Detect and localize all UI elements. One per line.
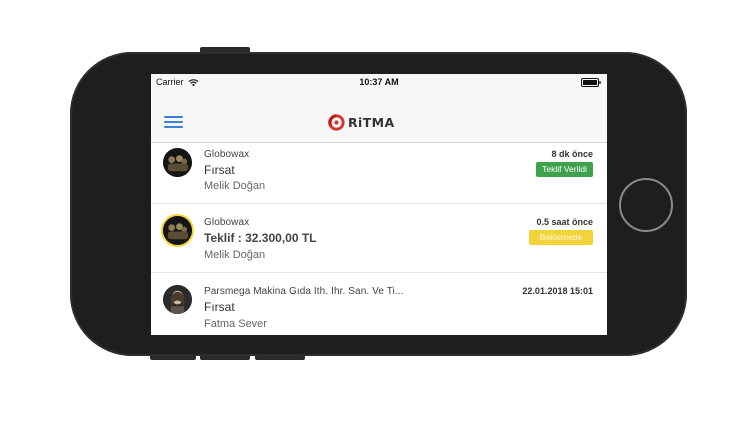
battery-icon xyxy=(581,78,601,87)
relative-time: 8 dk önce xyxy=(551,149,593,159)
list-item[interactable]: Parsmega Makina Gıda İth. İhr. San. Ve T… xyxy=(151,273,607,335)
navigation-bar: RiTMA xyxy=(151,91,607,143)
company-name: Globowax xyxy=(204,217,250,228)
item-title: Fırsat xyxy=(204,163,235,177)
status-badge: Beklemede xyxy=(529,230,593,245)
item-title: Teklif : 32.300,00 TL xyxy=(204,231,317,245)
timestamp: 22.01.2018 15:01 xyxy=(522,286,593,296)
opportunity-list: Globowax Fırsat Melik Doğan 8 dk önce Te… xyxy=(151,143,607,335)
person-name: Fatma Sever xyxy=(204,318,267,330)
item-title: Fırsat xyxy=(204,300,235,314)
person-name: Melik Doğan xyxy=(204,180,266,192)
list-item[interactable]: Globowax Fırsat Melik Doğan 8 dk önce Te… xyxy=(151,143,607,204)
ritma-logo-icon xyxy=(328,114,345,131)
app-screen: Carrier 10:37 AM RiTMA Globowax Fırsat M… xyxy=(151,74,607,335)
company-name: Parsmega Makina Gıda İth. İhr. San. Ve T… xyxy=(204,286,404,297)
relative-time: 0.5 saat önce xyxy=(536,217,593,227)
status-time: 10:37 AM xyxy=(359,77,399,87)
avatar xyxy=(163,216,192,245)
app-logo: RiTMA xyxy=(327,113,395,132)
company-name: Globowax xyxy=(204,149,250,160)
status-bar: Carrier 10:37 AM xyxy=(151,74,607,91)
logo-text: RiTMA xyxy=(348,115,395,130)
list-item[interactable]: Globowax Teklif : 32.300,00 TL Melik Doğ… xyxy=(151,204,607,273)
home-button xyxy=(619,178,673,232)
avatar xyxy=(163,285,192,314)
person-name: Melik Doğan xyxy=(204,249,266,261)
hamburger-menu-icon[interactable] xyxy=(164,116,183,129)
avatar xyxy=(163,148,192,177)
status-badge: Teklif Verildi xyxy=(536,162,593,177)
